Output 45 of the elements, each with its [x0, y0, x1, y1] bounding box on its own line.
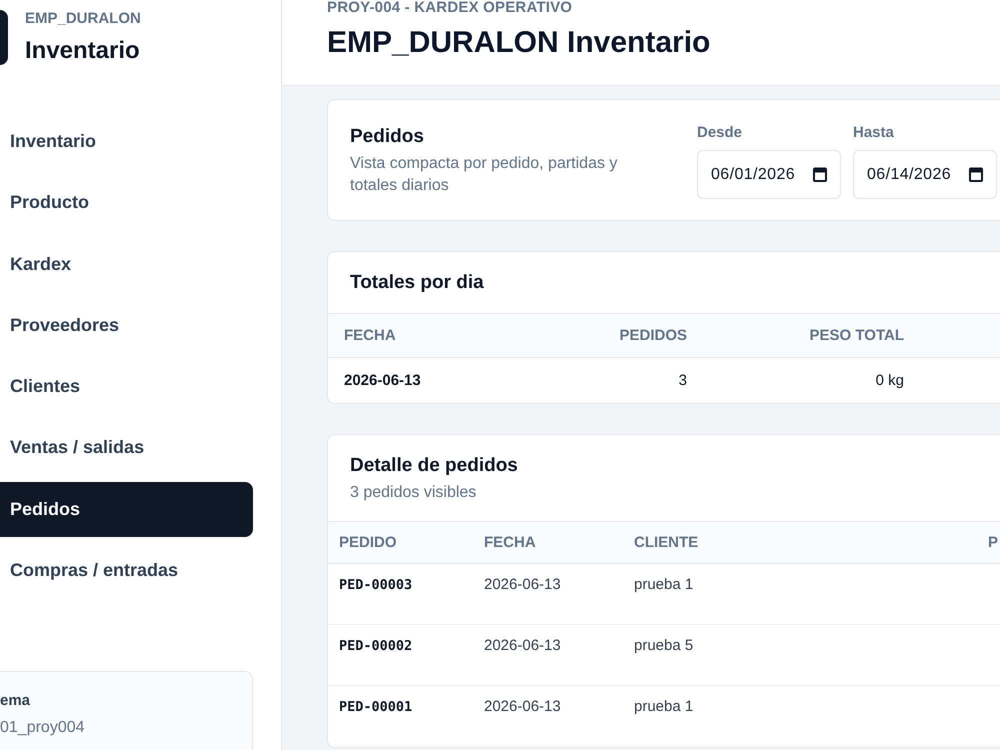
table-cell-text: 2026-06-13 [343, 372, 421, 389]
nav-item[interactable]: Producto [0, 175, 253, 230]
column-header: PEDIDOS [619, 327, 688, 344]
card-title: Pedidos [350, 125, 424, 149]
nav-item[interactable]: Compras / entradas [0, 543, 253, 598]
nav-item[interactable]: Proveedores [0, 298, 253, 353]
table-cell-text: prueba 1 [633, 575, 694, 595]
table-cell-text: 0 kg [876, 372, 905, 389]
nav-item[interactable]: Inventario [0, 114, 253, 169]
info-label: ema [0, 692, 30, 710]
table-cell-text: PED-00002 [338, 637, 412, 656]
calendar-icon[interactable] [969, 167, 983, 182]
column-header: FECHA [343, 327, 396, 344]
column-header: PESO TOTAL [810, 327, 905, 344]
table-cell-text: 2026-06-13 [483, 697, 561, 717]
app-title: Inventario [25, 36, 140, 66]
page-title: EMP_DURALON Inventario [327, 25, 710, 61]
field-label: Desde [697, 123, 742, 143]
column-header: PEDIDO [338, 534, 397, 551]
table-cell-text: PED-00003 [338, 576, 412, 595]
nav-item[interactable]: Pedidos [0, 482, 253, 537]
calendar-icon[interactable] [813, 167, 827, 182]
column-header: P [987, 534, 998, 551]
field-label: Hasta [853, 123, 894, 143]
page-eyebrow: PROY-004 - KARDEX OPERATIVO [327, 0, 572, 16]
card-subtitle: 3 pedidos visibles [350, 483, 476, 503]
date-field[interactable]: 06/01/2026 [697, 150, 841, 199]
card-description: Vista compacta por pedido, partidas y totales diarios [350, 154, 618, 196]
card-title: Totales por dia [350, 271, 484, 295]
table-cell-text: 2026-06-13 [483, 636, 561, 656]
logo-icon [0, 10, 8, 65]
column-header: CLIENTE [633, 534, 698, 551]
table-cell-text: 3 [678, 372, 688, 389]
table-cell-text: prueba 1 [633, 697, 694, 717]
table-cell-text: prueba 5 [633, 636, 694, 656]
column-header: FECHA [483, 534, 536, 551]
table-cell-text: 2026-06-13 [483, 575, 561, 595]
date-field[interactable]: 06/14/2026 [853, 150, 997, 199]
nav-item[interactable]: Clientes [0, 359, 253, 414]
company-name: EMP_DURALON [25, 10, 141, 28]
nav-item[interactable]: Ventas / salidas [0, 420, 253, 476]
nav-item[interactable]: Kardex [0, 236, 253, 292]
card-title: Detalle de pedidos [350, 454, 518, 478]
table-cell-text: PED-00001 [338, 698, 412, 717]
info-value: 01_proy004 [0, 718, 85, 738]
